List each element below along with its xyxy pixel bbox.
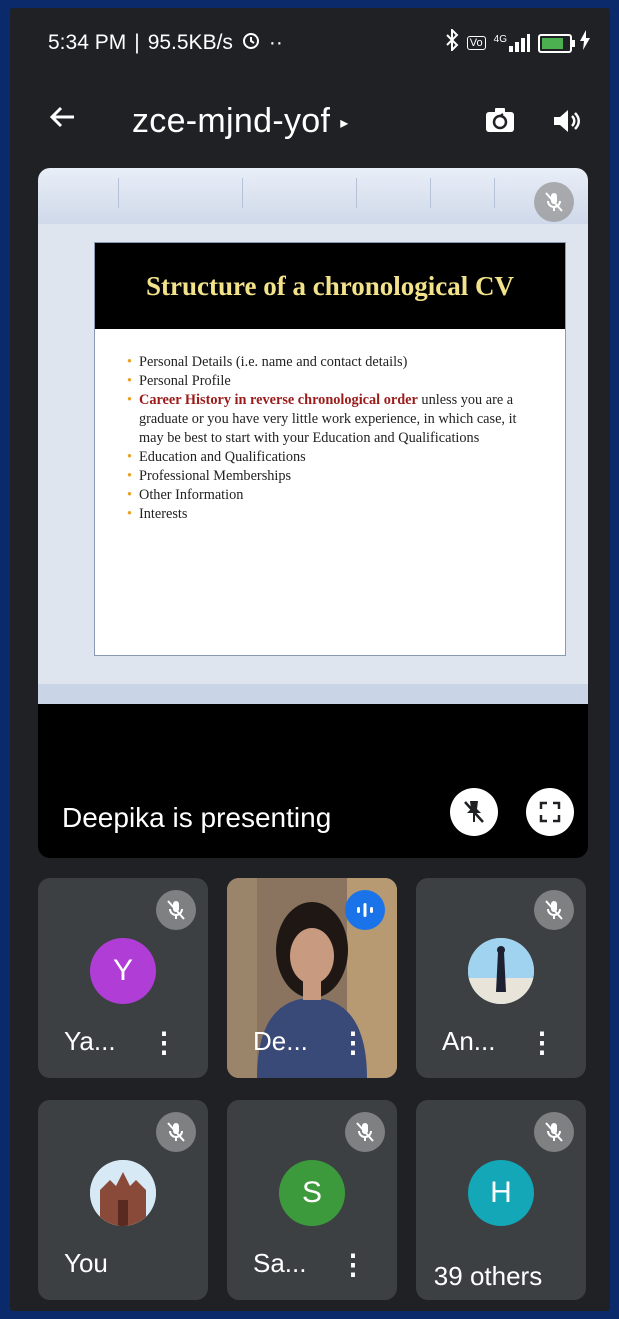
- presentation-view[interactable]: Structure of a chronological CV Personal…: [38, 168, 588, 858]
- bullet-item: Personal Details (i.e. name and contact …: [127, 353, 535, 372]
- clock: 5:34 PM: [48, 31, 127, 54]
- bluetooth-icon: [445, 27, 459, 57]
- alarm-icon: [241, 30, 261, 56]
- participant-name: You: [64, 1248, 108, 1278]
- mic-off-icon: [345, 1112, 385, 1152]
- bullet-item: Professional Memberships: [127, 467, 535, 486]
- participant-tile[interactable]: Y Ya... ⋮: [38, 878, 208, 1078]
- arrow-left-icon[interactable]: [48, 102, 98, 141]
- bullet-item: Personal Profile: [127, 372, 535, 391]
- bullet-item: Career History in reverse chronological …: [127, 391, 535, 448]
- speaking-indicator-icon: [345, 890, 385, 930]
- bullet-item: Interests: [127, 505, 535, 524]
- participant-tile[interactable]: An... ⋮: [416, 878, 586, 1078]
- bullet-highlight: Career History in reverse chronological …: [139, 392, 418, 408]
- participant-name: Ya...: [64, 1026, 116, 1056]
- bullet-item: Education and Qualifications: [127, 448, 535, 467]
- network-type: 4G: [493, 34, 507, 45]
- network-speed: 95.5KB/s: [147, 31, 233, 54]
- camera-switch-icon[interactable]: [478, 99, 522, 143]
- mic-off-icon: [534, 890, 574, 930]
- powerpoint-ribbon: [38, 168, 588, 224]
- more-options-icon[interactable]: ⋮: [150, 1026, 178, 1059]
- fullscreen-button[interactable]: [526, 788, 574, 836]
- mic-off-icon: [156, 890, 196, 930]
- unpin-button[interactable]: [450, 788, 498, 836]
- more-options-icon[interactable]: ⋮: [339, 1248, 367, 1281]
- avatar: Y: [90, 938, 156, 1004]
- meeting-code: zce-mjnd-yof: [132, 101, 331, 140]
- charging-icon: [580, 30, 590, 56]
- more-options-icon[interactable]: ⋮: [528, 1026, 556, 1059]
- status-left: 5:34 PM | 95.5KB/s ··: [48, 30, 283, 56]
- volte-icon: Vo: [466, 36, 486, 50]
- mic-off-icon: [156, 1112, 196, 1152]
- battery-icon: [538, 33, 575, 53]
- presenting-label: Deepika is presenting: [62, 802, 332, 833]
- mic-off-icon: [534, 1112, 574, 1152]
- avatar: S: [279, 1160, 345, 1226]
- bullet-list: Personal Details (i.e. name and contact …: [125, 353, 535, 524]
- separator: |: [134, 31, 140, 54]
- avatar-photo: [468, 938, 534, 1004]
- chevron-right-icon: ▸: [340, 114, 349, 132]
- bullet-item: Other Information: [127, 486, 535, 505]
- others-count-chip[interactable]: 39 others: [416, 1254, 560, 1298]
- avatar: H: [468, 1160, 534, 1226]
- participant-tile-self[interactable]: You: [38, 1100, 208, 1300]
- more-notifications: ··: [268, 31, 283, 54]
- slide-title: Structure of a chronological CV: [146, 270, 514, 301]
- meet-screen: 5:34 PM | 95.5KB/s ·· Vo 4G zce-mjnd-yof…: [10, 8, 610, 1311]
- meeting-title[interactable]: zce-mjnd-yof ▸: [132, 102, 456, 141]
- mic-off-icon: [534, 182, 574, 222]
- participant-name: An...: [442, 1026, 496, 1056]
- participant-name: Sa...: [253, 1248, 307, 1278]
- signal-icon: 4G: [494, 34, 530, 52]
- avatar-photo: [90, 1160, 156, 1226]
- status-bar: 5:34 PM | 95.5KB/s ·· Vo 4G: [10, 8, 610, 78]
- slide-body: Personal Details (i.e. name and contact …: [95, 329, 565, 524]
- slide-status-bar: [38, 684, 588, 704]
- slide: Structure of a chronological CV Personal…: [94, 242, 566, 656]
- meeting-header: zce-mjnd-yof ▸: [10, 86, 610, 156]
- slide-header: Structure of a chronological CV: [95, 243, 565, 329]
- participant-name: De...: [253, 1026, 308, 1056]
- more-options-icon[interactable]: ⋮: [339, 1026, 367, 1059]
- participant-tile-video[interactable]: De... ⋮: [227, 878, 397, 1078]
- status-right: Vo 4G: [445, 27, 590, 57]
- participant-tile[interactable]: S Sa... ⋮: [227, 1100, 397, 1300]
- speaker-icon[interactable]: [544, 99, 588, 143]
